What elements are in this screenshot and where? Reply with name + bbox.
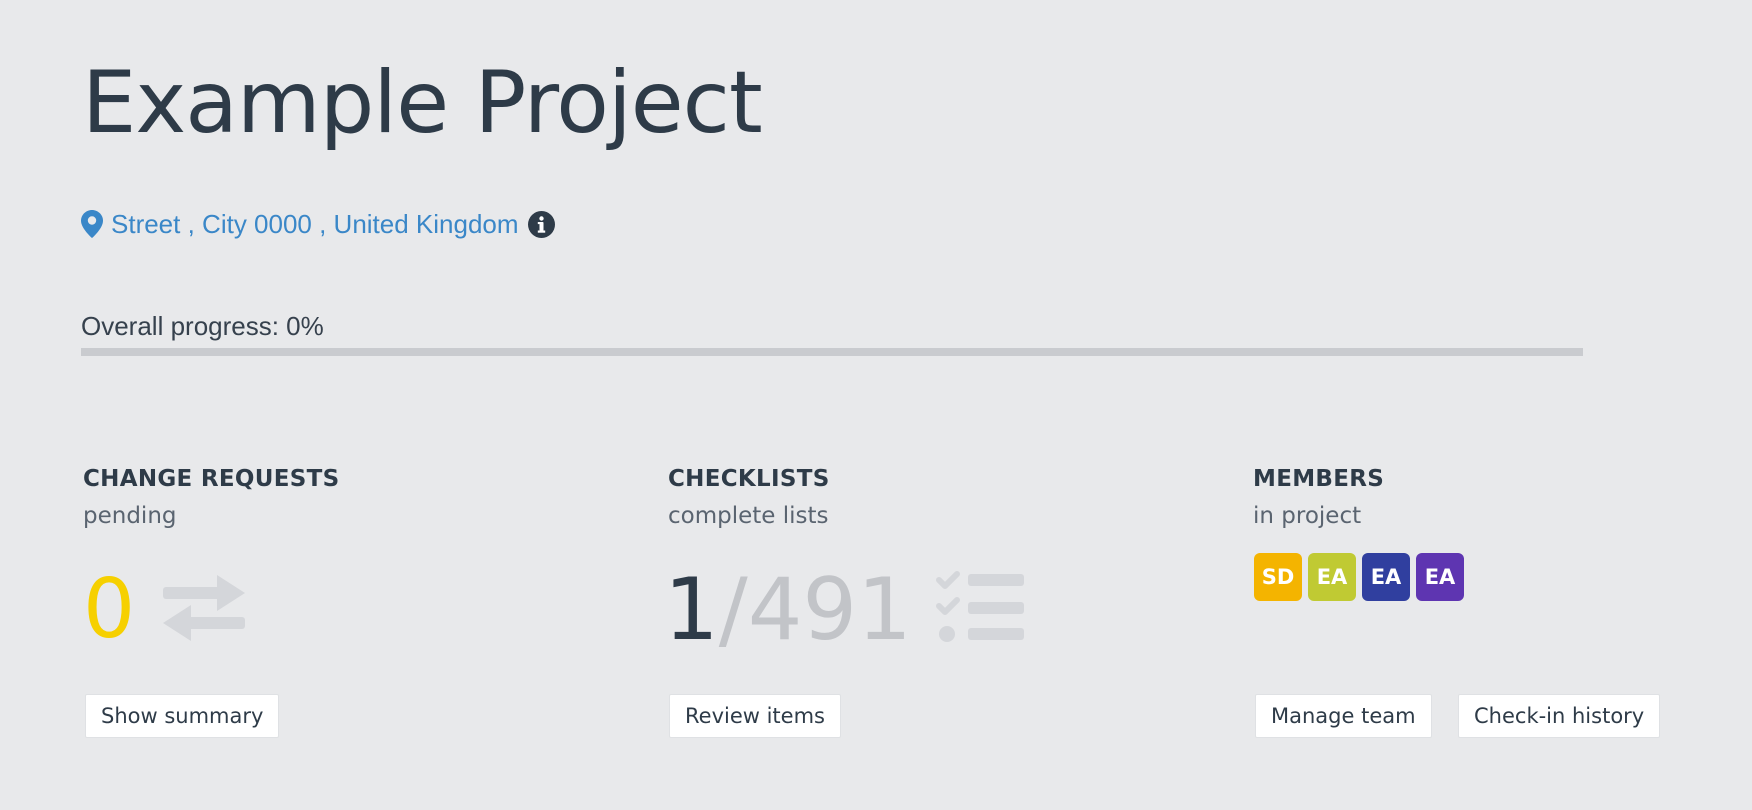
review-items-button[interactable]: Review items — [669, 694, 841, 738]
manage-team-button[interactable]: Manage team — [1255, 694, 1432, 738]
overall-progress-bar — [81, 348, 1583, 356]
project-title: Example Project — [82, 53, 763, 153]
members-heading: MEMBERS — [1253, 466, 1385, 492]
checklists-total-count: /491 — [718, 560, 912, 660]
members-section: MEMBERS in project — [1253, 463, 1384, 531]
checklists-stat: 1 /491 — [664, 560, 1028, 660]
avatar[interactable]: EA — [1362, 553, 1410, 601]
avatar[interactable]: SD — [1254, 553, 1302, 601]
checklists-subheading: complete lists — [668, 503, 829, 529]
avatar[interactable]: EA — [1416, 553, 1464, 601]
swap-arrows-icon — [159, 573, 249, 648]
checklists-section: CHECKLISTS complete lists — [668, 463, 830, 531]
checklists-completed-count: 1 — [664, 560, 719, 660]
change-requests-section: CHANGE REQUESTS pending — [83, 463, 339, 531]
change-requests-count: 0 — [83, 562, 136, 657]
overall-progress-label: Overall progress: 0% — [81, 311, 324, 341]
map-pin-icon — [81, 210, 103, 238]
avatar[interactable]: EA — [1308, 553, 1356, 601]
project-address-link[interactable]: Street , City 0000 , United Kingdom — [81, 208, 555, 240]
change-requests-heading: CHANGE REQUESTS — [83, 466, 340, 492]
checklist-icon — [935, 570, 1028, 651]
change-requests-subheading: pending — [83, 503, 177, 529]
members-subheading: in project — [1253, 503, 1362, 529]
change-requests-stat: 0 — [83, 560, 249, 660]
checklists-heading: CHECKLISTS — [668, 466, 830, 492]
member-avatars: SD EA EA EA — [1254, 553, 1464, 601]
show-summary-button[interactable]: Show summary — [85, 694, 280, 738]
check-in-history-button[interactable]: Check-in history — [1458, 694, 1661, 738]
address-text: Street , City 0000 , United Kingdom — [111, 208, 519, 239]
info-icon[interactable] — [527, 210, 555, 238]
